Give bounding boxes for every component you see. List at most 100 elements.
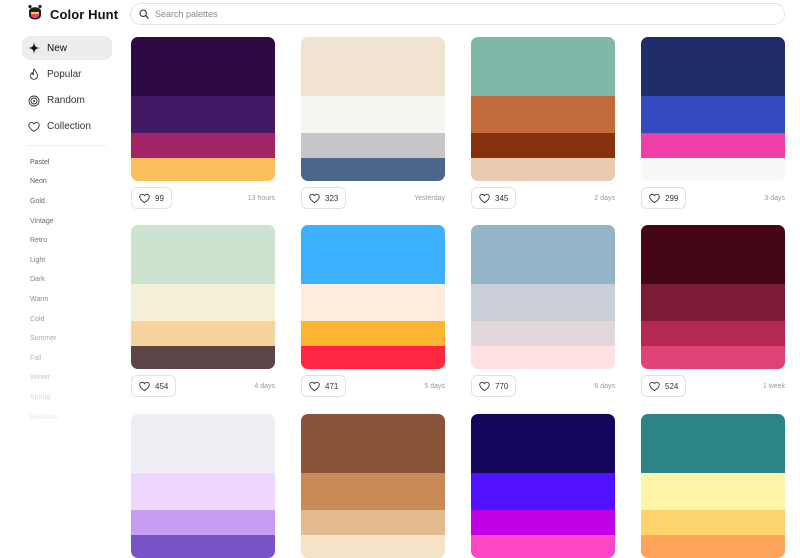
tag-spring[interactable]: Spring <box>22 388 112 408</box>
palette-card[interactable]: 471 5 days <box>301 225 445 397</box>
nav-new[interactable]: New <box>22 36 112 60</box>
color-band[interactable] <box>131 158 275 181</box>
color-band[interactable] <box>471 96 615 133</box>
palette-card[interactable]: 345 2 days <box>471 37 615 209</box>
color-band[interactable] <box>131 414 275 473</box>
tag-rainbow[interactable]: Rainbow <box>22 408 112 428</box>
tag-summer[interactable]: Summer <box>22 329 112 349</box>
palette-card[interactable]: 99 13 hours <box>131 37 275 209</box>
color-band[interactable] <box>301 225 445 284</box>
palette-card[interactable] <box>641 414 785 558</box>
palette-swatch[interactable] <box>471 414 615 558</box>
palette-swatch[interactable] <box>131 414 275 558</box>
color-band[interactable] <box>301 284 445 321</box>
palette-swatch[interactable] <box>301 414 445 558</box>
tag-retro[interactable]: Retro <box>22 231 112 251</box>
color-band[interactable] <box>301 321 445 346</box>
tag-neon[interactable]: Neon <box>22 172 112 192</box>
color-band[interactable] <box>471 346 615 369</box>
palette-swatch[interactable] <box>641 37 785 181</box>
like-button[interactable]: 323 <box>301 187 347 209</box>
color-band[interactable] <box>131 510 275 535</box>
tag-warm[interactable]: Warm <box>22 290 112 310</box>
tag-gold[interactable]: Gold <box>22 192 112 212</box>
color-band[interactable] <box>641 96 785 133</box>
palette-swatch[interactable] <box>641 225 785 369</box>
like-button[interactable]: 299 <box>641 187 687 209</box>
palette-swatch[interactable] <box>641 414 785 558</box>
search-bar[interactable] <box>130 3 785 25</box>
palette-card[interactable]: 323 Yesterday <box>301 37 445 209</box>
color-band[interactable] <box>641 133 785 158</box>
color-band[interactable] <box>301 96 445 133</box>
color-band[interactable] <box>131 284 275 321</box>
color-band[interactable] <box>471 284 615 321</box>
color-band[interactable] <box>641 284 785 321</box>
palette-swatch[interactable] <box>131 37 275 181</box>
search-input[interactable] <box>155 9 755 19</box>
like-button[interactable]: 770 <box>471 375 517 397</box>
color-band[interactable] <box>641 346 785 369</box>
palette-swatch[interactable] <box>301 37 445 181</box>
color-band[interactable] <box>471 133 615 158</box>
color-band[interactable] <box>641 225 785 284</box>
tag-vintage[interactable]: Vintage <box>22 212 112 232</box>
color-band[interactable] <box>471 473 615 510</box>
palette-card[interactable]: 524 1 week <box>641 225 785 397</box>
color-band[interactable] <box>131 321 275 346</box>
like-button[interactable]: 345 <box>471 187 517 209</box>
palette-swatch[interactable] <box>131 225 275 369</box>
color-band[interactable] <box>471 37 615 96</box>
color-band[interactable] <box>641 414 785 473</box>
color-band[interactable] <box>301 535 445 558</box>
color-band[interactable] <box>131 225 275 284</box>
color-band[interactable] <box>641 37 785 96</box>
color-band[interactable] <box>641 473 785 510</box>
palette-card[interactable] <box>131 414 275 558</box>
color-band[interactable] <box>131 37 275 96</box>
color-band[interactable] <box>131 473 275 510</box>
palette-swatch[interactable] <box>301 225 445 369</box>
palette-swatch[interactable] <box>471 225 615 369</box>
color-band[interactable] <box>471 510 615 535</box>
color-band[interactable] <box>641 158 785 181</box>
color-band[interactable] <box>301 133 445 158</box>
nav-collection[interactable]: Collection <box>22 115 112 139</box>
color-band[interactable] <box>301 37 445 96</box>
like-button[interactable]: 99 <box>131 187 172 209</box>
nav-random[interactable]: Random <box>22 89 112 113</box>
tag-winter[interactable]: Winter <box>22 368 112 388</box>
app-logo[interactable]: Color Hunt <box>26 4 118 24</box>
nav-popular[interactable]: Popular <box>22 62 112 86</box>
palette-card[interactable]: 770 6 days <box>471 225 615 397</box>
color-band[interactable] <box>131 133 275 158</box>
color-band[interactable] <box>301 510 445 535</box>
tag-cold[interactable]: Cold <box>22 310 112 330</box>
palette-card[interactable]: 299 3 days <box>641 37 785 209</box>
like-button[interactable]: 471 <box>301 375 347 397</box>
palette-card[interactable] <box>471 414 615 558</box>
color-band[interactable] <box>301 346 445 369</box>
palette-card[interactable]: 454 4 days <box>131 225 275 397</box>
palette-swatch[interactable] <box>471 37 615 181</box>
color-band[interactable] <box>471 225 615 284</box>
color-band[interactable] <box>131 346 275 369</box>
color-band[interactable] <box>301 473 445 510</box>
like-button[interactable]: 524 <box>641 375 687 397</box>
color-band[interactable] <box>131 96 275 133</box>
color-band[interactable] <box>471 535 615 558</box>
color-band[interactable] <box>131 535 275 558</box>
tag-fall[interactable]: Fall <box>22 349 112 369</box>
like-button[interactable]: 454 <box>131 375 177 397</box>
tag-pastel[interactable]: Pastel <box>22 153 112 173</box>
color-band[interactable] <box>641 321 785 346</box>
color-band[interactable] <box>301 158 445 181</box>
color-band[interactable] <box>641 510 785 535</box>
tag-dark[interactable]: Dark <box>22 270 112 290</box>
tag-light[interactable]: Light <box>22 251 112 271</box>
color-band[interactable] <box>301 414 445 473</box>
palette-card[interactable] <box>301 414 445 558</box>
color-band[interactable] <box>471 158 615 181</box>
color-band[interactable] <box>471 414 615 473</box>
color-band[interactable] <box>471 321 615 346</box>
